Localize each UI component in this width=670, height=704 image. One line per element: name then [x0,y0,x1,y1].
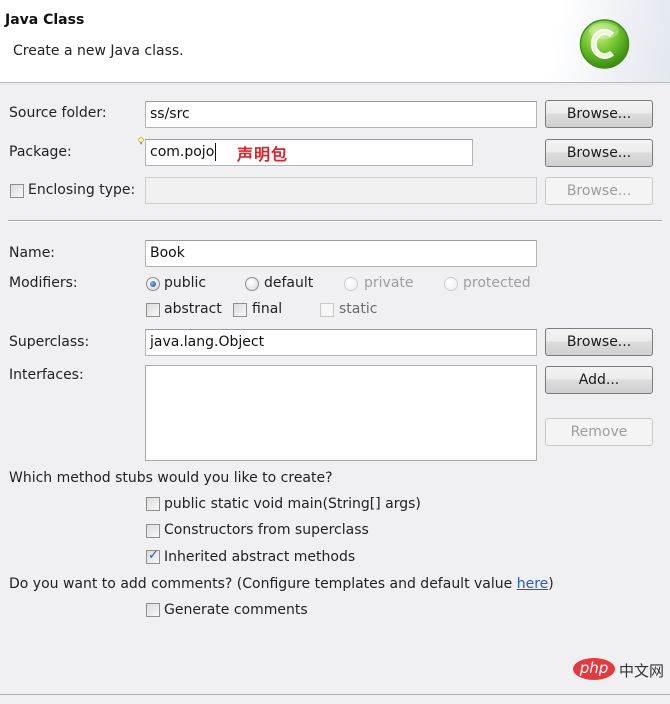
modifier-protected-label: protected [463,275,531,291]
modifier-private-label: private [364,275,414,291]
source-folder-label: Source folder: [9,105,107,121]
modifier-default-radio[interactable] [245,277,259,291]
interfaces-add-button[interactable]: Add... [545,366,653,394]
source-folder-browse-button[interactable]: Browse... [545,100,653,128]
modifiers-label: Modifiers: [9,275,78,291]
stub-constructors-label: Constructors from superclass [164,522,369,538]
comments-question: Do you want to add comments? (Configure … [9,576,554,592]
interfaces-remove-button[interactable]: Remove [545,418,653,446]
watermark-logo: php [573,658,615,680]
name-label: Name: [9,245,56,261]
package-label: Package: [9,144,72,160]
superclass-label: Superclass: [9,334,90,350]
interfaces-list[interactable] [145,365,537,461]
modifier-private-radio[interactable] [344,277,358,291]
superclass-browse-button[interactable]: Browse... [545,328,653,356]
package-input[interactable]: com.pojo [145,139,473,166]
comments-question-text: Do you want to add comments? (Configure … [9,576,517,592]
modifier-public-label: public [164,275,207,291]
package-browse-button[interactable]: Browse... [545,139,653,167]
modifier-default-label: default [264,275,314,291]
method-stubs-question: Which method stubs would you like to cre… [9,470,333,486]
enclosing-type-input[interactable] [145,177,537,204]
configure-templates-link[interactable]: here [517,576,549,592]
generate-comments-label: Generate comments [164,602,308,618]
superclass-input[interactable]: java.lang.Object [145,329,537,356]
package-annotation: 声明包 [237,145,289,164]
enclosing-type-checkbox[interactable] [10,184,24,198]
source-folder-input[interactable]: ss/src [145,101,537,128]
modifier-public-radio[interactable] [146,277,160,291]
enclosing-type-browse-button[interactable]: Browse... [545,177,653,205]
content-assist-lightbulb-icon [138,137,144,145]
java-class-c-icon [579,19,630,69]
interfaces-label: Interfaces: [9,367,84,383]
modifier-static-label: static [339,301,378,317]
wizard-description: Create a new Java class. [13,43,184,59]
enclosing-type-label: Enclosing type: [28,182,136,198]
stub-main-label: public static void main(String[] args) [164,496,421,512]
modifier-final-checkbox[interactable] [233,303,247,317]
modifier-abstract-checkbox[interactable] [146,303,160,317]
modifier-abstract-label: abstract [164,301,222,317]
footer-divider [0,694,670,695]
watermark-site-text: 中文网 [619,662,665,680]
radio-selected-dot [150,281,156,287]
wizard-title: Java Class [5,12,85,28]
modifier-protected-radio[interactable] [444,277,458,291]
stub-inherited-label: Inherited abstract methods [164,549,356,565]
checkmark-icon: ✓ [148,548,159,563]
name-input[interactable]: Book [145,240,537,267]
section-separator [8,220,662,222]
modifier-final-label: final [252,301,283,317]
stub-main-checkbox[interactable] [146,497,160,511]
stub-inherited-checkbox[interactable]: ✓ [146,548,160,564]
generate-comments-checkbox[interactable] [146,603,160,617]
text-caret [215,143,216,161]
header-divider [0,84,670,85]
stub-constructors-checkbox[interactable] [146,524,160,538]
modifier-static-checkbox[interactable] [320,303,334,317]
wizard-header: Java Class Create a new Java class. [0,0,670,83]
comments-question-suffix: ) [548,576,554,592]
